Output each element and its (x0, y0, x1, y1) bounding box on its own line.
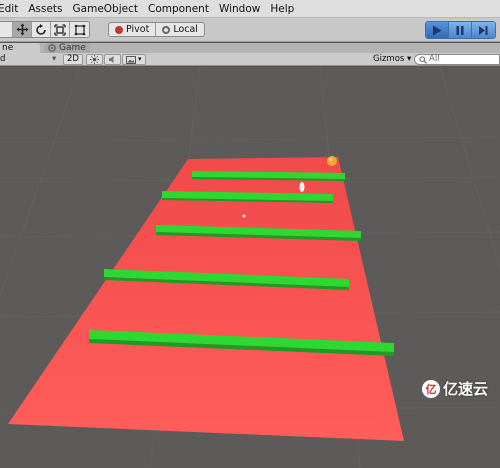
dropdown-arrow-icon: ▾ (52, 54, 57, 64)
rotate-icon (36, 23, 46, 35)
local-icon (162, 25, 171, 34)
play-icon (433, 25, 442, 35)
step-button[interactable] (472, 22, 495, 38)
menu-window[interactable]: Window (214, 0, 265, 18)
tab-game[interactable]: Game (44, 43, 90, 53)
toolbar: Pivot Local (0, 18, 500, 42)
2d-mode-label: 2D (67, 54, 79, 64)
menu-bar: Edit Assets GameObject Component Window … (0, 0, 500, 18)
gizmos-dropdown[interactable]: Gizmos ▾ (373, 53, 411, 66)
lighting-toggle[interactable] (86, 54, 103, 65)
pause-button[interactable] (449, 22, 472, 38)
menu-component[interactable]: Component (143, 0, 214, 18)
watermark: 亿 亿速云 (421, 378, 488, 399)
tab-bar: ne Game (0, 43, 500, 53)
search-input[interactable]: All (414, 54, 500, 65)
move-icon (16, 23, 28, 36)
move-tool-button[interactable] (13, 22, 32, 37)
effects-dropdown[interactable]: ▾ (122, 54, 146, 65)
scale-tool-button[interactable] (51, 22, 70, 37)
speaker-icon (109, 56, 114, 63)
hand-tool-button[interactable] (0, 22, 13, 37)
pivot-gizmo (242, 214, 246, 218)
transform-tool-group (0, 21, 90, 38)
search-icon (419, 55, 427, 64)
pivot-toggle-button[interactable]: Pivot (109, 23, 157, 36)
local-toggle-button[interactable]: Local (156, 23, 204, 36)
gizmos-label: Gizmos (373, 54, 405, 64)
watermark-text: 亿速云 (442, 380, 488, 398)
play-button[interactable] (426, 22, 449, 38)
tab-scene[interactable]: ne (0, 43, 40, 53)
local-label: Local (173, 24, 198, 35)
tab-scene-label: ne (2, 43, 14, 53)
chevron-down-icon: ▾ (138, 55, 142, 63)
capsule-object[interactable] (299, 182, 305, 192)
2d-mode-toggle[interactable]: 2D (63, 54, 83, 65)
sun-icon (90, 55, 99, 64)
menu-help[interactable]: Help (265, 0, 299, 18)
pivot-label: Pivot (126, 24, 150, 35)
scale-icon (54, 23, 66, 36)
rotate-tool-button[interactable] (32, 22, 51, 37)
step-icon (479, 25, 488, 35)
rect-icon (74, 24, 85, 35)
scene-render (0, 67, 500, 468)
pivot-local-group: Pivot Local (108, 22, 205, 37)
game-icon (48, 44, 56, 52)
pause-icon (456, 25, 464, 35)
shading-mode-dropdown[interactable]: d (0, 53, 5, 66)
audio-toggle[interactable] (104, 54, 121, 65)
scene-control-bar: d ▾ 2D ▾ Gizmos ▾ All (0, 53, 500, 66)
menu-gameobject[interactable]: GameObject (68, 0, 143, 18)
cloud-logo-icon: 亿 (421, 379, 440, 398)
search-placeholder: All (429, 54, 440, 64)
play-controls (425, 21, 496, 39)
image-icon (126, 55, 136, 64)
menu-edit[interactable]: Edit (0, 0, 23, 18)
menu-assets[interactable]: Assets (23, 0, 67, 18)
pivot-icon (115, 25, 123, 34)
rect-tool-button[interactable] (70, 22, 89, 37)
ball[interactable] (327, 156, 337, 166)
tab-game-label: Game (59, 43, 86, 53)
scene-viewport[interactable]: 亿 亿速云 (0, 67, 500, 468)
